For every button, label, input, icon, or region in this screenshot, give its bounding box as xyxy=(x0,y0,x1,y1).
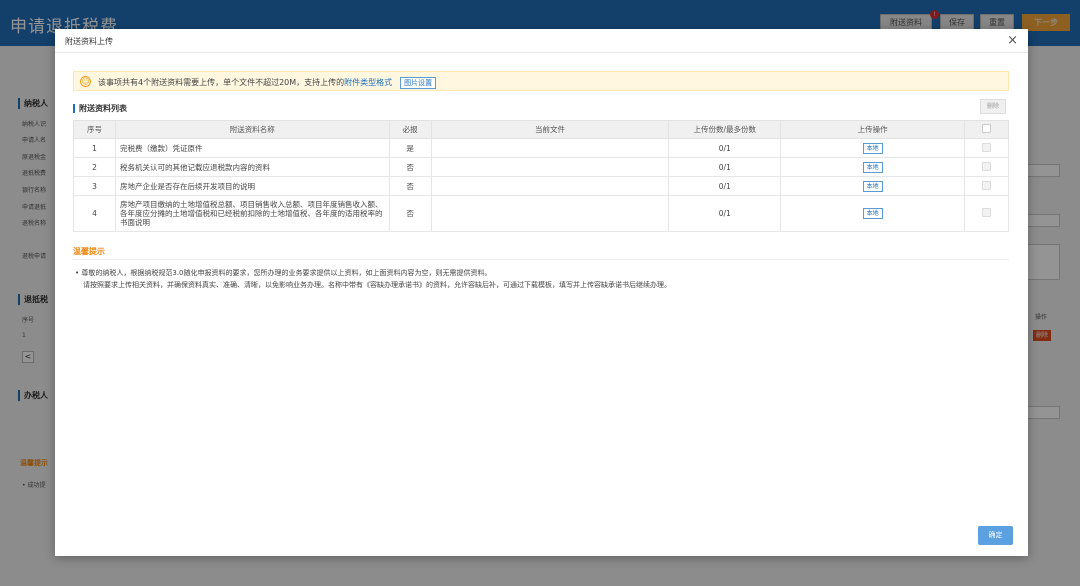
table-row: 3 房地产企业是否存在后续开发项目的说明 否 0/1 本地 xyxy=(73,176,1010,196)
tips-title: 温馨提示 xyxy=(73,247,105,256)
attachment-list-title: 附送资料列表 xyxy=(73,104,127,113)
table-row: 4 房地产项目缴纳的土地增值税总额、项目销售收入总额、项目年度销售收入额、各年度… xyxy=(73,195,1010,232)
cell-count: 0/1 xyxy=(668,138,782,158)
dialog-header: 附送资料上传 × xyxy=(55,29,1028,53)
attachment-format-link[interactable]: 附件类型格式 xyxy=(344,78,392,87)
col-count: 上传份数/最多份数 xyxy=(668,120,782,139)
table-row: 2 税务机关认可的其他记载应退税款内容的资料 否 0/1 本地 xyxy=(73,157,1010,177)
dialog-title: 附送资料上传 xyxy=(65,37,113,46)
cell-count: 0/1 xyxy=(668,157,782,177)
cell-count: 0/1 xyxy=(668,176,782,196)
table-row: 1 完税费（缴款）凭证原件 是 0/1 本地 xyxy=(73,138,1010,158)
col-seq: 序号 xyxy=(73,120,116,139)
close-icon[interactable]: × xyxy=(1007,33,1018,48)
upload-local-button[interactable]: 本地 xyxy=(862,161,883,173)
col-upload-action: 上传操作 xyxy=(780,120,965,139)
cell-count: 0/1 xyxy=(668,195,782,232)
delete-button[interactable]: 删除 xyxy=(980,99,1006,114)
cell-upload: 本地 xyxy=(780,138,965,158)
tips-text: • 尊敬的纳税人，根据纳税规范3.0随化申报资料的要求，您所办理的业务要求提供以… xyxy=(75,267,1005,291)
cell-select xyxy=(963,195,1010,232)
cell-seq: 1 xyxy=(73,138,116,158)
cell-upload: 本地 xyxy=(780,157,965,177)
cell-required: 否 xyxy=(388,157,432,177)
row-checkbox[interactable] xyxy=(981,142,991,152)
col-name: 附送资料名称 xyxy=(114,120,390,139)
confirm-button[interactable]: 确定 xyxy=(978,526,1013,545)
cell-required: 否 xyxy=(388,176,432,196)
upload-local-button[interactable]: 本地 xyxy=(862,208,883,219)
upload-local-button[interactable]: 本地 xyxy=(862,142,883,154)
cell-current-file xyxy=(430,195,670,232)
upload-local-button[interactable]: 本地 xyxy=(862,180,883,192)
cell-current-file xyxy=(430,176,670,196)
cell-current-file xyxy=(430,157,670,177)
col-select-all xyxy=(963,120,1010,139)
cell-select xyxy=(963,176,1010,196)
col-current-file: 当前文件 xyxy=(430,120,670,139)
cell-select xyxy=(963,157,1010,177)
cell-name: 税务机关认可的其他记载应退税款内容的资料 xyxy=(114,157,390,177)
cell-upload: 本地 xyxy=(780,195,965,232)
row-checkbox[interactable] xyxy=(981,161,991,171)
row-checkbox[interactable] xyxy=(981,208,991,217)
select-all-checkbox[interactable] xyxy=(981,124,991,133)
upload-notice: ☺ 该事项共有4个附送资料需要上传，单个文件不超过20M，支持上传的附件类型格式… xyxy=(73,71,1009,91)
notice-text: 该事项共有4个附送资料需要上传，单个文件不超过20M，支持上传的 xyxy=(98,78,345,87)
row-checkbox[interactable] xyxy=(981,180,991,190)
smile-info-icon: ☺ xyxy=(80,76,91,87)
attachment-table: 序号 附送资料名称 必报 当前文件 上传份数/最多份数 上传操作 1 完税费（缴… xyxy=(73,120,1010,232)
table-header-row: 序号 附送资料名称 必报 当前文件 上传份数/最多份数 上传操作 xyxy=(73,120,1010,139)
tip-line: • 尊敬的纳税人，根据纳税规范3.0随化申报资料的要求，您所办理的业务要求提供以… xyxy=(75,269,492,277)
cell-seq: 3 xyxy=(73,176,116,196)
cell-name: 房地产企业是否存在后续开发项目的说明 xyxy=(114,176,390,196)
attachment-upload-dialog: 附送资料上传 × ☺ 该事项共有4个附送资料需要上传，单个文件不超过20M，支持… xyxy=(55,29,1028,556)
cell-seq: 4 xyxy=(73,195,116,232)
tips-divider xyxy=(73,259,1009,260)
image-settings-button[interactable]: 图片设置 xyxy=(400,77,437,89)
cell-select xyxy=(963,138,1010,158)
cell-current-file xyxy=(430,138,670,158)
col-required: 必报 xyxy=(388,120,432,139)
cell-required: 是 xyxy=(388,138,432,158)
cell-name: 房地产项目缴纳的土地增值税总额、项目销售收入总额、项目年度销售收入额、各年度应分… xyxy=(114,195,390,232)
cell-required: 否 xyxy=(388,195,432,232)
cell-seq: 2 xyxy=(73,157,116,177)
cell-upload: 本地 xyxy=(780,176,965,196)
cell-name: 完税费（缴款）凭证原件 xyxy=(114,138,390,158)
tip-line: 请按照要求上传相关资料，并确保资料真实、准确、清晰，以免影响业务办理。名称中带有… xyxy=(83,281,671,289)
